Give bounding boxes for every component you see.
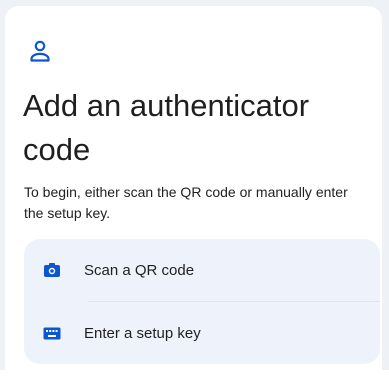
enter-setup-key-label: Enter a setup key bbox=[84, 324, 201, 342]
scan-qr-code-option[interactable]: Scan a QR code bbox=[24, 239, 380, 301]
page-description: To begin, either scan the QR code or man… bbox=[24, 184, 348, 221]
keyboard-icon bbox=[42, 323, 62, 343]
dialog-sheet: Add an authenticator code To begin, eith… bbox=[5, 6, 382, 376]
enter-setup-key-option[interactable]: Enter a setup key bbox=[24, 302, 380, 364]
page-title: Add an authenticator code bbox=[23, 88, 310, 167]
setup-options-list: Scan a QR code Enter a setup key bbox=[24, 239, 380, 364]
person-icon bbox=[28, 39, 52, 63]
camera-icon bbox=[42, 260, 62, 280]
window-frame: Add an authenticator code To begin, eith… bbox=[0, 0, 389, 376]
scan-qr-code-label: Scan a QR code bbox=[84, 261, 195, 279]
